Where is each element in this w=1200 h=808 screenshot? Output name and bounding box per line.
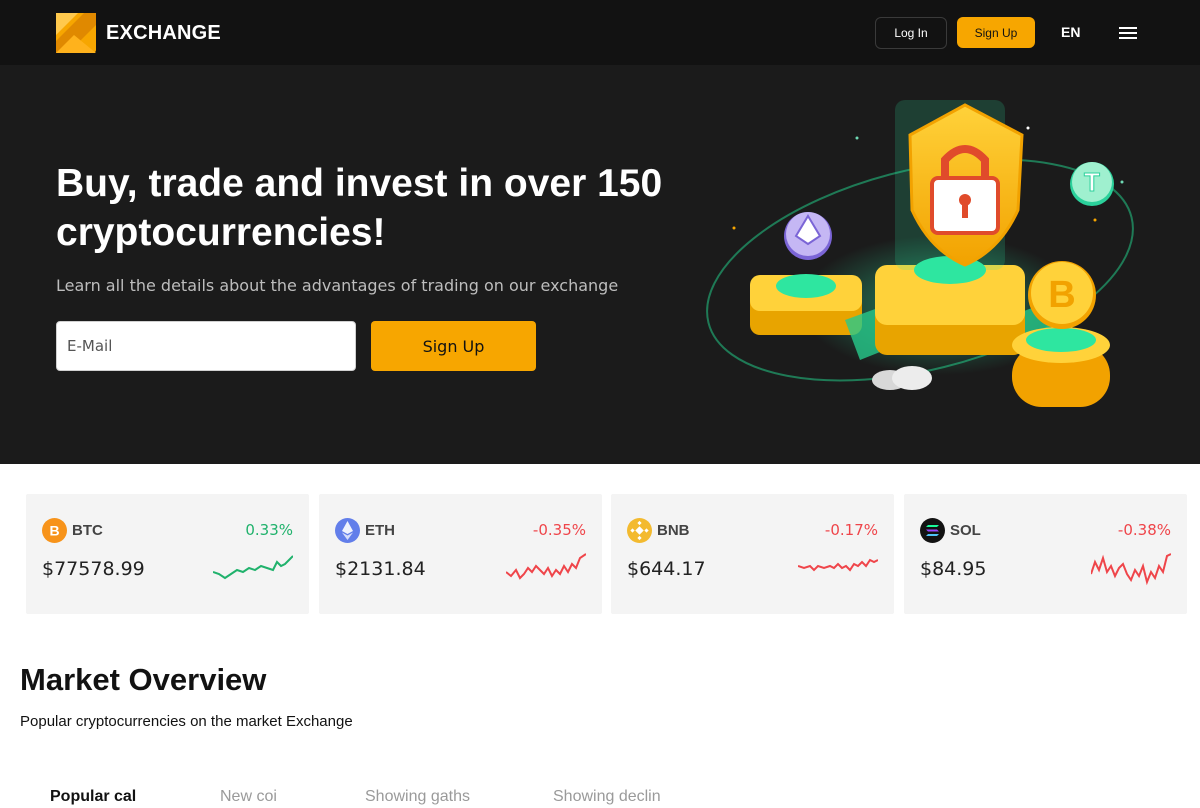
ticker-symbol: BTC xyxy=(72,522,103,539)
logo-text: EXCHANGE xyxy=(106,21,221,44)
ticker-strip: B BTC 0.33% $77578.99 ETH -0.35% $2131.8… xyxy=(26,494,1187,614)
ticker-price: $644.17 xyxy=(627,558,706,580)
email-input[interactable] xyxy=(56,321,356,371)
logo[interactable]: EXCHANGE xyxy=(56,13,221,53)
ticker-change: -0.38% xyxy=(1117,521,1171,539)
ticker-change: 0.33% xyxy=(245,521,293,539)
bnb-icon xyxy=(627,518,652,543)
tab-decliners[interactable]: Showing declin xyxy=(553,788,661,806)
exchange-logo-icon xyxy=(56,13,96,53)
ticker-card-btc[interactable]: B BTC 0.33% $77578.99 xyxy=(26,494,309,614)
svg-text:B: B xyxy=(49,523,59,539)
sparkline xyxy=(1091,553,1171,586)
sparkline xyxy=(798,558,878,572)
login-button[interactable]: Log In xyxy=(875,17,947,49)
sparkline xyxy=(506,553,586,580)
tab-popular[interactable]: Popular cal xyxy=(50,788,136,806)
tab-new-coins[interactable]: New coi xyxy=(220,788,277,806)
header-signup-button[interactable]: Sign Up xyxy=(957,17,1035,48)
ticker-change: -0.17% xyxy=(824,521,878,539)
svg-text:B: B xyxy=(1048,274,1075,316)
bitcoin-icon: B xyxy=(42,518,67,543)
ticker-card-sol[interactable]: SOL -0.38% $84.95 xyxy=(904,494,1187,614)
sparkline xyxy=(213,555,293,580)
hamburger-menu-icon[interactable] xyxy=(1119,27,1137,39)
svg-text:T: T xyxy=(1084,167,1100,197)
hero-illustration: T B xyxy=(706,100,1134,407)
ticker-change: -0.35% xyxy=(532,521,586,539)
tab-gainers[interactable]: Showing gaths xyxy=(365,788,470,806)
ticker-price: $2131.84 xyxy=(335,558,426,580)
ticker-card-bnb[interactable]: BNB -0.17% $644.17 xyxy=(611,494,894,614)
ticker-symbol: ETH xyxy=(365,522,395,539)
hero-section: Buy, trade and invest in over 150 crypto… xyxy=(0,65,1200,464)
ticker-symbol: BNB xyxy=(657,522,690,539)
language-selector[interactable]: EN xyxy=(1061,24,1080,40)
hero-signup-button[interactable]: Sign Up xyxy=(371,321,536,371)
market-overview-subtitle: Popular cryptocurrencies on the market E… xyxy=(20,713,353,730)
ticker-symbol: SOL xyxy=(950,522,981,539)
ticker-price: $77578.99 xyxy=(42,558,145,580)
ticker-price: $84.95 xyxy=(920,558,987,580)
ticker-card-eth[interactable]: ETH -0.35% $2131.84 xyxy=(319,494,602,614)
top-nav: EXCHANGE Log In Sign Up EN xyxy=(0,0,1200,65)
hero-subtitle: Learn all the details about the advantag… xyxy=(56,276,619,295)
market-overview-title: Market Overview xyxy=(20,662,267,697)
solana-icon xyxy=(920,518,945,543)
hero-title: Buy, trade and invest in over 150 crypto… xyxy=(56,162,663,254)
ethereum-icon xyxy=(335,518,360,543)
